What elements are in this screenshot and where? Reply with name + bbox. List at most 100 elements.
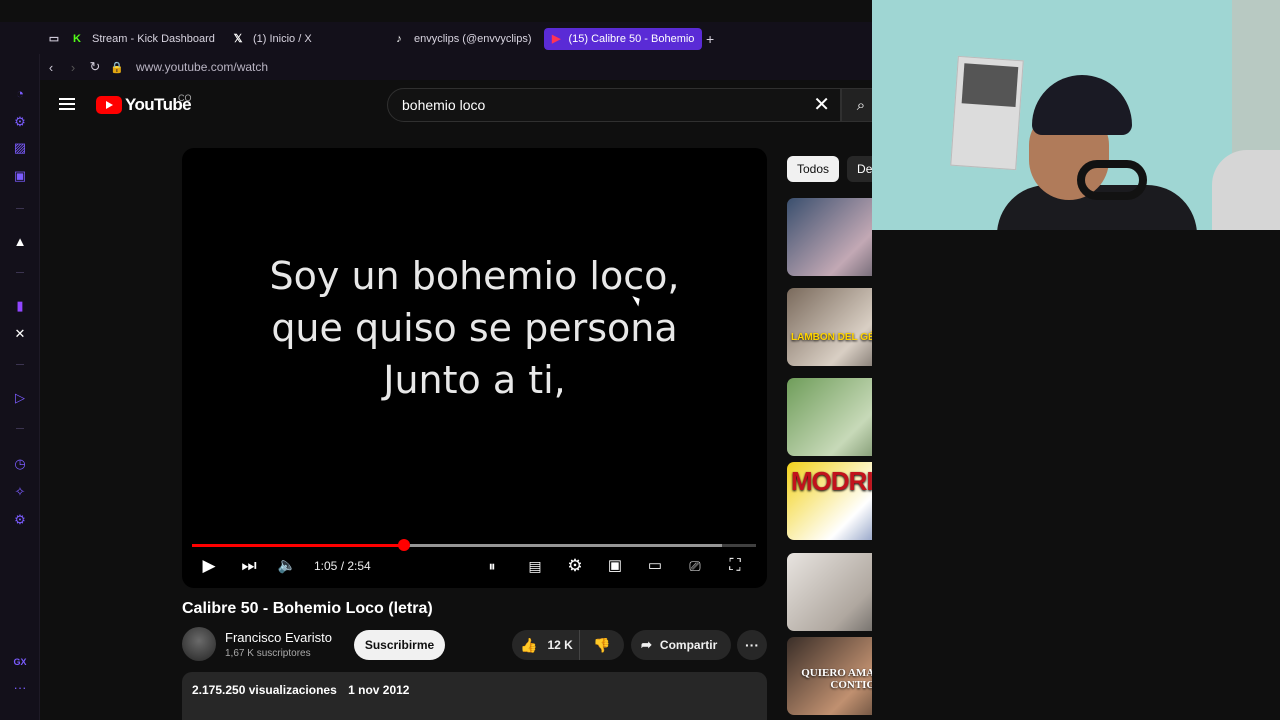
subscribe-button[interactable]: Suscribirme xyxy=(354,630,445,660)
screen: ◯ ◔ ⚙ ▨ ▣ ▲ ▮ ✕ ▷ ◷ ✧ ⚙ GX ··· ▭ K Strea… xyxy=(0,0,1280,720)
subtitles-icon[interactable]: ▤ xyxy=(524,554,546,578)
browser-sidebar: ◯ ◔ ⚙ ▨ ▣ ▲ ▮ ✕ ▷ ◷ ✧ ⚙ GX ··· xyxy=(0,22,40,720)
url-field[interactable]: www.youtube.com/watch xyxy=(136,60,268,74)
next-button[interactable]: ⏭ xyxy=(238,554,260,578)
youtube-header: YouTube CO ✕ ⌕ xyxy=(40,80,872,132)
chip-de[interactable]: De xyxy=(847,156,872,182)
share-icon: ➦ xyxy=(641,637,652,652)
menu-icon[interactable] xyxy=(59,98,75,110)
dislike-button[interactable]: 👎 xyxy=(580,637,624,654)
recommendation-item[interactable]: MODRIC26:37Luka MODRIC HR La Leyenda del… xyxy=(787,462,872,546)
messenger-icon[interactable]: ▣ xyxy=(12,168,28,184)
kick-icon: K xyxy=(73,33,81,45)
video-thumbnail[interactable]: 46:41 xyxy=(787,198,872,276)
video-player[interactable]: Soy un bohemio loco, que quiso se person… xyxy=(182,148,767,588)
thumbnail-text: MODRIC xyxy=(791,466,872,496)
cast-icon[interactable]: ⎚ xyxy=(684,554,706,578)
autoplay-toggle[interactable]: ⏸ xyxy=(478,554,506,578)
channel-avatar[interactable] xyxy=(182,627,216,661)
youtube-play-icon xyxy=(96,96,122,114)
search-button[interactable]: ⌕ xyxy=(841,88,872,122)
progress-bar[interactable] xyxy=(192,539,756,551)
clear-search-icon[interactable]: ✕ xyxy=(813,95,830,115)
sidebar-more-icon[interactable]: ··· xyxy=(12,680,28,696)
history-icon[interactable]: ◷ xyxy=(12,456,28,472)
tab-strip: ▭ K Stream - Kick Dashboard 𝕏 (1) Inicio… xyxy=(0,22,872,54)
player-icon[interactable]: ▷ xyxy=(12,390,28,406)
video-thumbnail[interactable]: QUIERO AMANECER CONTIGO xyxy=(787,637,872,715)
forward-icon[interactable]: › xyxy=(62,60,84,75)
video-thumbnail[interactable]: 3:02 xyxy=(787,378,872,456)
youtube-page: YouTube CO ✕ ⌕ Soy un bohemio loco, que … xyxy=(40,80,872,720)
view-count: 2.175.250 visualizaciones xyxy=(192,683,337,697)
youtube-logo[interactable]: YouTube xyxy=(96,95,192,115)
video-thumbnail[interactable]: LAMBON DEL GÉNERO10:11 xyxy=(787,288,872,366)
gx-control-icon[interactable]: ⚙ xyxy=(12,114,28,130)
recommendation-item[interactable]: 4:31Las Monjitas - Grupo Exterminador (L… xyxy=(787,553,872,637)
tiktok-icon: ♪ xyxy=(396,33,402,45)
tab-label: (15) Calibre 50 - Bohemio xyxy=(568,33,695,45)
webcam-poster xyxy=(950,55,1024,171)
sidebar-divider xyxy=(16,428,24,429)
recommendation-item[interactable]: QUIERO AMANECER CONTIGO💖 QUIERO AMANECER… xyxy=(787,637,872,720)
extensions-icon[interactable]: ✧ xyxy=(12,484,28,500)
subscriber-count: 1,67 K suscriptores xyxy=(225,648,311,659)
settings-gear-icon[interactable]: ⚙ xyxy=(564,554,586,578)
progress-played xyxy=(192,544,405,547)
tab-label: (1) Inicio / X xyxy=(253,33,312,45)
address-bar: ‹ › ↻ 🔒 www.youtube.com/watch xyxy=(40,54,872,80)
gx-corner-icon[interactable]: ▨ xyxy=(12,140,28,156)
description-box[interactable]: 2.175.250 visualizaciones 1 nov 2012 xyxy=(182,672,767,720)
video-title: Calibre 50 - Bohemio Loco (letra) xyxy=(182,600,433,617)
speed-dial-icon[interactable]: ◔ xyxy=(12,86,28,102)
search-icon: ⌕ xyxy=(856,96,866,114)
share-button[interactable]: ➦ Compartir xyxy=(631,630,731,660)
thumbnail-text: QUIERO AMANECER CONTIGO xyxy=(801,667,872,691)
tab-kick[interactable]: K Stream - Kick Dashboard xyxy=(70,28,220,50)
miniplayer-icon[interactable]: ▣ xyxy=(604,554,626,578)
back-icon[interactable]: ‹ xyxy=(40,60,62,75)
time-display: 1:05 / 2:54 xyxy=(314,559,371,573)
webcam-background-object xyxy=(1212,150,1280,230)
x-icon[interactable]: ✕ xyxy=(12,326,28,342)
video-thumbnail[interactable]: 4:31 xyxy=(787,553,872,631)
webcam-overlay xyxy=(872,0,1280,230)
thumbs-up-icon: 👍 xyxy=(520,636,538,653)
tab-label: envyclips (@envvyclips) xyxy=(414,33,532,45)
theater-mode-icon[interactable]: ▭ xyxy=(644,554,666,578)
search-input[interactable] xyxy=(402,97,782,113)
lyric-line: Soy un bohemio loco, xyxy=(269,254,680,298)
sidebar-divider xyxy=(16,208,24,209)
chip-todos[interactable]: Todos xyxy=(787,156,840,182)
aria-icon[interactable]: ▲ xyxy=(12,234,28,250)
tab-x[interactable]: 𝕏 (1) Inicio / X xyxy=(231,28,381,50)
tab-youtube-active[interactable]: ▶ (15) Calibre 50 - Bohemio xyxy=(544,28,702,50)
settings-icon[interactable]: ⚙ xyxy=(12,512,28,528)
gx-label: GX xyxy=(13,657,27,667)
thumbs-down-icon: 👎 xyxy=(593,636,611,653)
twitch-icon[interactable]: ▮ xyxy=(12,298,28,314)
fullscreen-icon[interactable]: ⛶ xyxy=(724,554,746,578)
like-button[interactable]: 👍 12 K xyxy=(512,630,580,660)
more-actions-button[interactable]: ··· xyxy=(737,630,767,660)
sidebar-divider xyxy=(16,272,24,273)
volume-icon[interactable]: 🔈 xyxy=(276,554,298,578)
tab-tiktok[interactable]: ♪ envyclips (@envvyclips) xyxy=(392,28,532,50)
like-dislike-group: 👍 12 K 👎 xyxy=(512,630,624,660)
thumbnail-text: LAMBON DEL GÉNERO xyxy=(791,332,872,343)
recommendation-item[interactable]: 3:02Dukhe - De ti para ti (visualizer)⋮D… xyxy=(787,378,872,462)
video-thumbnail[interactable]: MODRIC26:37 xyxy=(787,462,872,540)
reload-icon[interactable]: ↻ xyxy=(84,59,106,75)
tab-workspace-icon[interactable]: ▭ xyxy=(48,28,68,50)
streamer-cap xyxy=(1032,75,1132,135)
search-box[interactable]: ✕ xyxy=(387,88,841,122)
youtube-icon: ▶ xyxy=(552,33,561,45)
new-tab-button[interactable]: + xyxy=(706,28,720,50)
recommendation-item[interactable]: LAMBON DEL GÉNERO10:11OVI EL CUBANO ME I… xyxy=(787,288,872,372)
play-button[interactable]: ▶ xyxy=(198,554,220,578)
video-lyrics: Soy un bohemio loco, que quiso se person… xyxy=(182,250,767,406)
progress-scrubber[interactable] xyxy=(398,539,411,551)
channel-name[interactable]: Francisco Evaristo xyxy=(225,630,332,645)
like-count: 12 K xyxy=(547,638,573,652)
lyric-line: que quiso se persona xyxy=(271,306,678,350)
